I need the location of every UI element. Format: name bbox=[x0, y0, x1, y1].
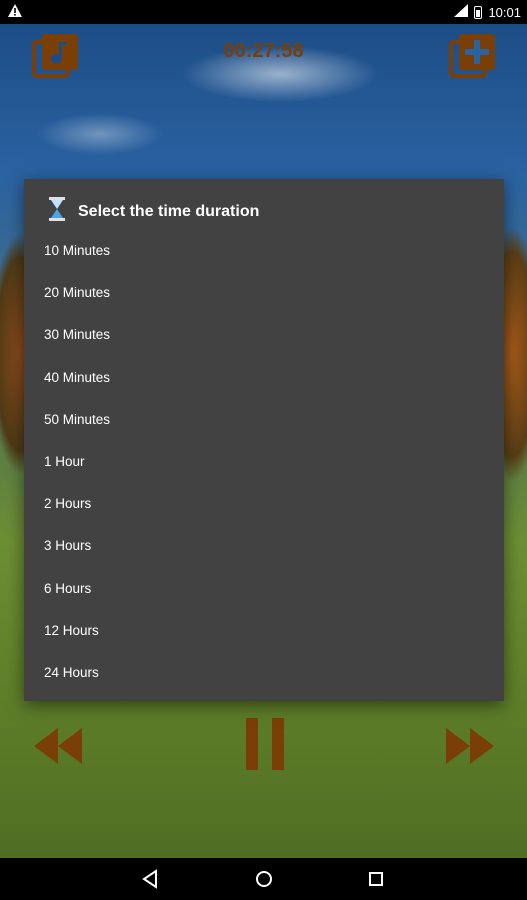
duration-option-6-hours[interactable]: 6 Hours bbox=[24, 568, 504, 610]
time-duration-dialog: Select the time duration 10 Minutes 20 M… bbox=[24, 179, 504, 701]
fast-forward-button[interactable] bbox=[444, 728, 494, 764]
back-icon[interactable] bbox=[141, 869, 161, 889]
pause-icon bbox=[246, 718, 284, 770]
duration-option-2-hours[interactable]: 2 Hours bbox=[24, 483, 504, 525]
duration-option-20-minutes[interactable]: 20 Minutes bbox=[24, 272, 504, 314]
hourglass-icon bbox=[48, 197, 66, 226]
rewind-button[interactable] bbox=[34, 728, 84, 764]
recent-apps-icon[interactable] bbox=[366, 869, 386, 889]
status-bar: 10:01 bbox=[0, 0, 527, 24]
duration-option-24-hours[interactable]: 24 Hours bbox=[24, 652, 504, 694]
status-time: 10:01 bbox=[488, 4, 521, 20]
pause-button[interactable] bbox=[244, 718, 286, 770]
rewind-icon bbox=[34, 728, 82, 764]
add-icon bbox=[449, 34, 495, 78]
duration-option-3-hours[interactable]: 3 Hours bbox=[24, 525, 504, 567]
duration-option-1-hour[interactable]: 1 Hour bbox=[24, 441, 504, 483]
navigation-bar bbox=[0, 858, 527, 900]
timer-display: 00:27:58 bbox=[223, 40, 304, 62]
dialog-title: Select the time duration bbox=[48, 197, 259, 226]
duration-option-40-minutes[interactable]: 40 Minutes bbox=[24, 357, 504, 399]
duration-option-12-hours[interactable]: 12 Hours bbox=[24, 610, 504, 652]
home-icon[interactable] bbox=[254, 869, 274, 889]
duration-option-10-minutes[interactable]: 10 Minutes bbox=[24, 230, 504, 272]
warning-icon bbox=[8, 4, 22, 20]
app-screen: 10:01 00:27:58 Select the time duration … bbox=[0, 0, 527, 900]
fast-forward-icon bbox=[446, 728, 494, 764]
duration-option-50-minutes[interactable]: 50 Minutes bbox=[24, 399, 504, 441]
duration-list: 10 Minutes 20 Minutes 30 Minutes 40 Minu… bbox=[24, 230, 504, 694]
battery-icon bbox=[474, 5, 483, 19]
signal-icon bbox=[454, 4, 469, 20]
duration-option-30-minutes[interactable]: 30 Minutes bbox=[24, 314, 504, 356]
add-playlist-button[interactable] bbox=[449, 32, 497, 80]
dialog-title-text: Select the time duration bbox=[78, 202, 260, 220]
